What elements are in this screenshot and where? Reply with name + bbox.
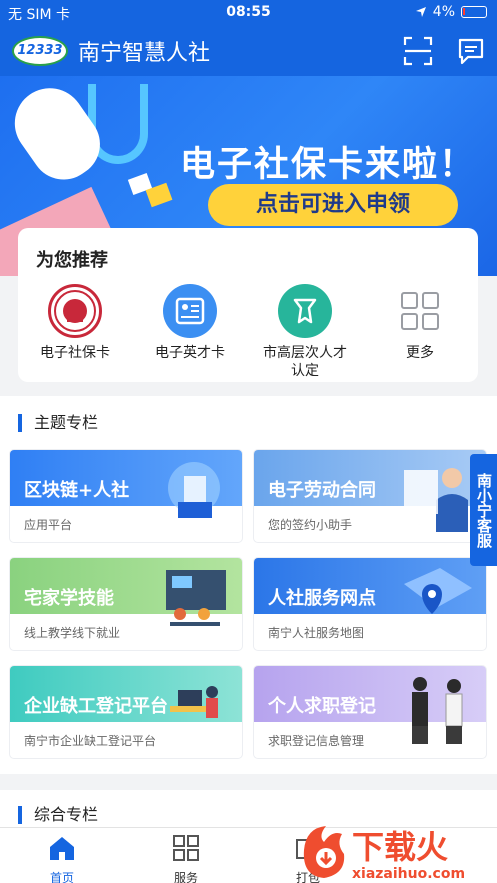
app-title: 南宁智慧人社 bbox=[78, 41, 211, 66]
recommend-item-label: 电子社保卡 bbox=[40, 345, 110, 361]
recommend-item-more[interactable]: 更多 bbox=[365, 284, 475, 362]
topic-tile-labor-contract[interactable]: 电子劳动合同 您的签约小助手 bbox=[254, 450, 486, 542]
home-icon bbox=[50, 837, 74, 860]
battery-icon bbox=[461, 6, 487, 18]
tile-subtitle: 南宁人社服务地图 bbox=[268, 626, 365, 640]
businessman-icon bbox=[404, 468, 468, 532]
topic-tile-blockchain[interactable]: 区块链+人社 应用平台 bbox=[10, 450, 242, 542]
tile-title: 企业缺工登记平台 bbox=[24, 696, 168, 717]
tile-title: 个人求职登记 bbox=[268, 696, 376, 717]
tile-title: 人社服务网点 bbox=[268, 588, 376, 609]
recommend-item-label: 更多 bbox=[406, 345, 434, 361]
more-grid-icon bbox=[393, 284, 447, 338]
tile-subtitle: 求职登记信息管理 bbox=[268, 734, 365, 748]
recommend-item-talent-certification[interactable]: 市高层次人才 认定 bbox=[250, 284, 360, 380]
tile-subtitle: 应用平台 bbox=[24, 518, 73, 532]
tab-services[interactable]: 服务 bbox=[146, 834, 226, 883]
topic-tile-service-outlets[interactable]: 人社服务网点 南宁人社服务地图 bbox=[254, 558, 486, 650]
recommend-item-social-security-card[interactable]: 电子社保卡 bbox=[20, 284, 130, 362]
tile-title: 区块链+人社 bbox=[24, 480, 130, 501]
app-logo: 12333 bbox=[12, 36, 68, 66]
app-header: 12333 南宁智慧人社 bbox=[0, 26, 497, 76]
office-worker-icon bbox=[170, 686, 218, 718]
watermark-logo: 下载火 xiazaihuo.com bbox=[303, 826, 465, 882]
tile-title: 宅家学技能 bbox=[24, 588, 114, 609]
topic-tile-home-skills[interactable]: 宅家学技能 线上教学线下就业 bbox=[10, 558, 242, 650]
status-right: 4% bbox=[415, 4, 487, 20]
location-icon bbox=[415, 7, 426, 17]
watermark-en: xiazaihuo.com bbox=[352, 866, 465, 882]
topic-section: 主题专栏 区块链+人社 应用平台 电子劳动合同 您的签约小助手 宅家学技能 线上… bbox=[0, 396, 497, 774]
message-icon[interactable] bbox=[456, 36, 486, 66]
id-card-icon bbox=[163, 284, 217, 338]
recommend-item-label: 市高层次人才 认定 bbox=[263, 345, 347, 379]
recommend-item-id-card[interactable]: 电子英才卡 bbox=[135, 284, 245, 362]
talent-certification-icon bbox=[278, 284, 332, 338]
map-pin-icon bbox=[404, 568, 472, 614]
banner-headline: 电子社保卡来啦！ bbox=[180, 145, 477, 185]
scan-icon[interactable] bbox=[403, 36, 433, 66]
recommend-card: 为您推荐 电子社保卡 电子英才卡 市高层次人才 认定 更多 bbox=[18, 228, 478, 382]
blockchain-icon bbox=[168, 462, 220, 518]
topic-tile-job-seeking[interactable]: 个人求职登记 求职登记信息管理 bbox=[254, 666, 486, 758]
recommend-title: 为您推荐 bbox=[36, 250, 108, 271]
online-class-icon bbox=[166, 570, 226, 626]
topic-tile-vacancy-registration[interactable]: 企业缺工登记平台 南宁市企业缺工登记平台 bbox=[10, 666, 242, 758]
tab-home[interactable]: 首页 bbox=[22, 834, 102, 883]
tile-title: 电子劳动合同 bbox=[268, 480, 376, 501]
status-bar: 无 SIM 卡 08:55 4% bbox=[0, 0, 497, 26]
tab-label: 首页 bbox=[49, 871, 74, 883]
tile-subtitle: 您的签约小助手 bbox=[268, 518, 353, 532]
handshake-icon bbox=[412, 677, 463, 744]
watermark-cn: 下载火 bbox=[352, 828, 448, 866]
recommend-item-label: 电子英才卡 bbox=[155, 345, 225, 361]
tab-label: 服务 bbox=[173, 871, 198, 883]
comprehensive-section-title: 综合专栏 bbox=[18, 806, 98, 824]
topic-section-title: 主题专栏 bbox=[18, 414, 98, 432]
customer-service-tag[interactable]: 南小宁客服 bbox=[470, 454, 497, 566]
tile-subtitle: 线上教学线下就业 bbox=[24, 626, 121, 640]
grid-icon bbox=[173, 835, 199, 861]
social-security-card-icon bbox=[48, 284, 102, 338]
battery-percent: 4% bbox=[432, 4, 455, 20]
banner-apply-button[interactable]: 点击可进入申领 bbox=[208, 184, 458, 226]
tile-subtitle: 南宁市企业缺工登记平台 bbox=[24, 734, 157, 748]
